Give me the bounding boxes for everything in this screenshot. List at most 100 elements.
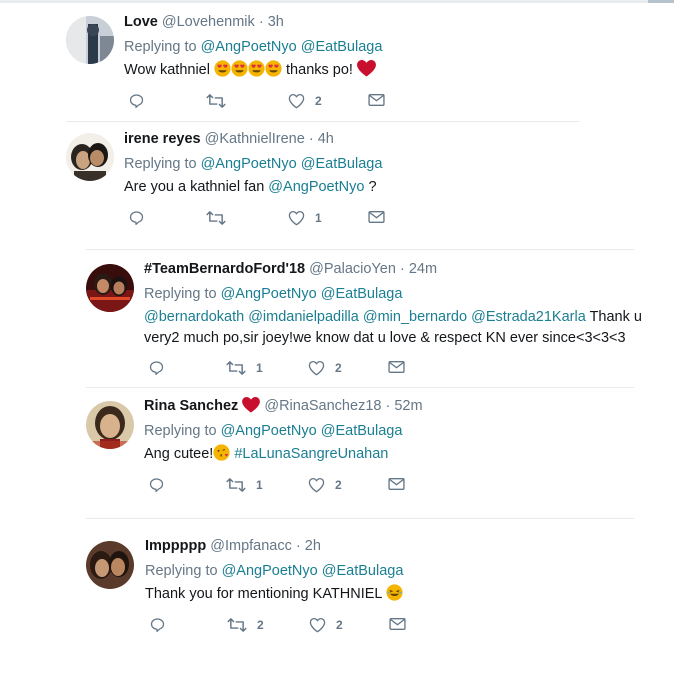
direct-message-button[interactable] xyxy=(388,360,405,374)
avatar[interactable] xyxy=(86,401,134,449)
mention-link[interactable]: @min_bernardo xyxy=(363,309,467,325)
direct-message-button[interactable] xyxy=(389,617,406,631)
direct-message-button[interactable] xyxy=(368,210,385,224)
tweet-actions: 1 2 xyxy=(144,477,424,495)
like-count: 2 xyxy=(336,618,343,632)
tweet-text: Ang cutee! #LaLunaSangreUnahan xyxy=(144,444,624,468)
laughing-tears-emoji xyxy=(386,584,403,608)
tweet-text-part: Wow kathniel xyxy=(124,62,210,78)
timestamp[interactable]: 3h xyxy=(268,14,284,30)
retweet-count: 1 xyxy=(256,361,263,375)
like-heart-icon xyxy=(288,93,305,109)
user-handle[interactable]: @Impfanacc xyxy=(210,538,292,554)
replying-to: Replying to @AngPoetNyo @EatBulaga xyxy=(144,422,402,440)
mention-link[interactable]: @Estrada21Karla xyxy=(471,309,586,325)
mention-link[interactable]: @EatBulaga xyxy=(321,286,403,302)
avatar[interactable] xyxy=(66,133,114,181)
avatar[interactable] xyxy=(86,541,134,589)
tweet-text: Thank you for mentioning KATHNIEL xyxy=(145,584,625,608)
retweet-icon xyxy=(227,618,247,632)
mention-link[interactable]: @AngPoetNyo xyxy=(222,563,318,579)
like-count: 2 xyxy=(335,361,342,375)
display-name[interactable]: Love xyxy=(124,14,158,30)
mention-link[interactable]: @imdanielpadilla xyxy=(248,309,359,325)
avatar[interactable] xyxy=(86,264,134,312)
retweet-button[interactable]: 1 xyxy=(226,360,263,376)
display-name[interactable]: Imppppp xyxy=(145,538,206,554)
timestamp[interactable]: 4h xyxy=(318,131,334,147)
timestamp[interactable]: 52m xyxy=(394,398,422,414)
like-button[interactable]: 2 xyxy=(308,360,342,376)
tweet-header: #TeamBernardoFord'18 @PalacioYen · 24m xyxy=(144,260,437,278)
divider xyxy=(86,518,634,519)
mention-link[interactable]: @AngPoetNyo xyxy=(201,156,297,172)
mention-link[interactable]: @EatBulaga xyxy=(301,39,383,55)
tweet-header: irene reyes @KathnielIrene · 4h xyxy=(124,130,334,148)
tweet-header: Love @Lovehenmik · 3h xyxy=(124,13,284,31)
envelope-icon xyxy=(388,478,405,490)
separator-dot: · xyxy=(385,398,391,414)
tweet-text-part: Thank u xyxy=(589,309,642,325)
divider xyxy=(66,121,580,122)
like-count: 1 xyxy=(315,211,322,225)
red-heart-emoji xyxy=(357,60,376,84)
reply-button[interactable] xyxy=(148,477,175,493)
user-handle[interactable]: @PalacioYen xyxy=(309,261,396,277)
hashtag-link[interactable]: #LaLunaSangreUnahan xyxy=(234,446,388,462)
reply-icon xyxy=(149,361,164,375)
mention-link[interactable]: @EatBulaga xyxy=(322,563,404,579)
retweet-icon xyxy=(226,478,246,492)
like-button[interactable]: 2 xyxy=(288,93,322,109)
retweet-button[interactable]: 2 xyxy=(227,617,264,633)
divider xyxy=(86,387,634,388)
display-name[interactable]: irene reyes xyxy=(124,131,201,147)
replying-label: Replying to xyxy=(144,286,217,302)
heart-eyes-emoji xyxy=(231,60,248,84)
retweet-count: 1 xyxy=(256,478,263,492)
mention-link[interactable]: @AngPoetNyo xyxy=(268,179,364,195)
retweet-button[interactable] xyxy=(206,93,236,109)
mention-link[interactable]: @EatBulaga xyxy=(301,156,383,172)
timestamp[interactable]: 24m xyxy=(409,261,437,277)
direct-message-button[interactable] xyxy=(368,93,385,107)
mention-link[interactable]: @AngPoetNyo xyxy=(221,423,317,439)
tweet-text: @bernardokath @imdanielpadilla @min_bern… xyxy=(144,307,642,349)
direct-message-button[interactable] xyxy=(388,477,405,491)
tweet-text-part: thanks po! xyxy=(286,62,353,78)
user-handle[interactable]: @Lovehenmik xyxy=(162,14,255,30)
divider xyxy=(86,249,634,250)
replying-to: Replying to @AngPoetNyo @EatBulaga xyxy=(145,562,403,580)
retweet-button[interactable] xyxy=(206,210,236,226)
like-button[interactable]: 2 xyxy=(309,617,343,633)
reply-button[interactable] xyxy=(148,360,175,376)
mention-link[interactable]: @EatBulaga xyxy=(321,423,403,439)
separator-dot: · xyxy=(308,131,314,147)
display-name[interactable]: #TeamBernardoFord'18 xyxy=(144,261,305,277)
tweet-text-part: Ang cutee! xyxy=(144,446,214,462)
timestamp[interactable]: 2h xyxy=(305,538,321,554)
reply-icon xyxy=(149,478,164,492)
replying-label: Replying to xyxy=(145,563,218,579)
like-heart-icon xyxy=(308,360,325,376)
user-handle[interactable]: @KathnielIrene xyxy=(205,131,305,147)
tweet-actions: 1 xyxy=(124,210,404,228)
retweet-icon xyxy=(206,94,226,108)
avatar[interactable] xyxy=(66,16,114,64)
separator-dot: · xyxy=(399,261,405,277)
like-count: 2 xyxy=(335,478,342,492)
tweet-text: Wow kathniel thanks po! xyxy=(124,60,544,84)
heart-eyes-emoji xyxy=(248,60,265,84)
display-name[interactable]: Rina Sanchez xyxy=(144,398,238,414)
heart-eyes-emoji xyxy=(214,60,231,84)
reply-button[interactable] xyxy=(128,210,155,226)
like-count: 2 xyxy=(315,94,322,108)
mention-link[interactable]: @AngPoetNyo xyxy=(201,39,297,55)
like-button[interactable]: 2 xyxy=(308,477,342,493)
reply-button[interactable] xyxy=(149,617,176,633)
mention-link[interactable]: @bernardokath xyxy=(144,309,244,325)
user-handle[interactable]: @RinaSanchez18 xyxy=(264,398,381,414)
retweet-button[interactable]: 1 xyxy=(226,477,263,493)
like-button[interactable]: 1 xyxy=(288,210,322,226)
reply-button[interactable] xyxy=(128,93,155,109)
mention-link[interactable]: @AngPoetNyo xyxy=(221,286,317,302)
